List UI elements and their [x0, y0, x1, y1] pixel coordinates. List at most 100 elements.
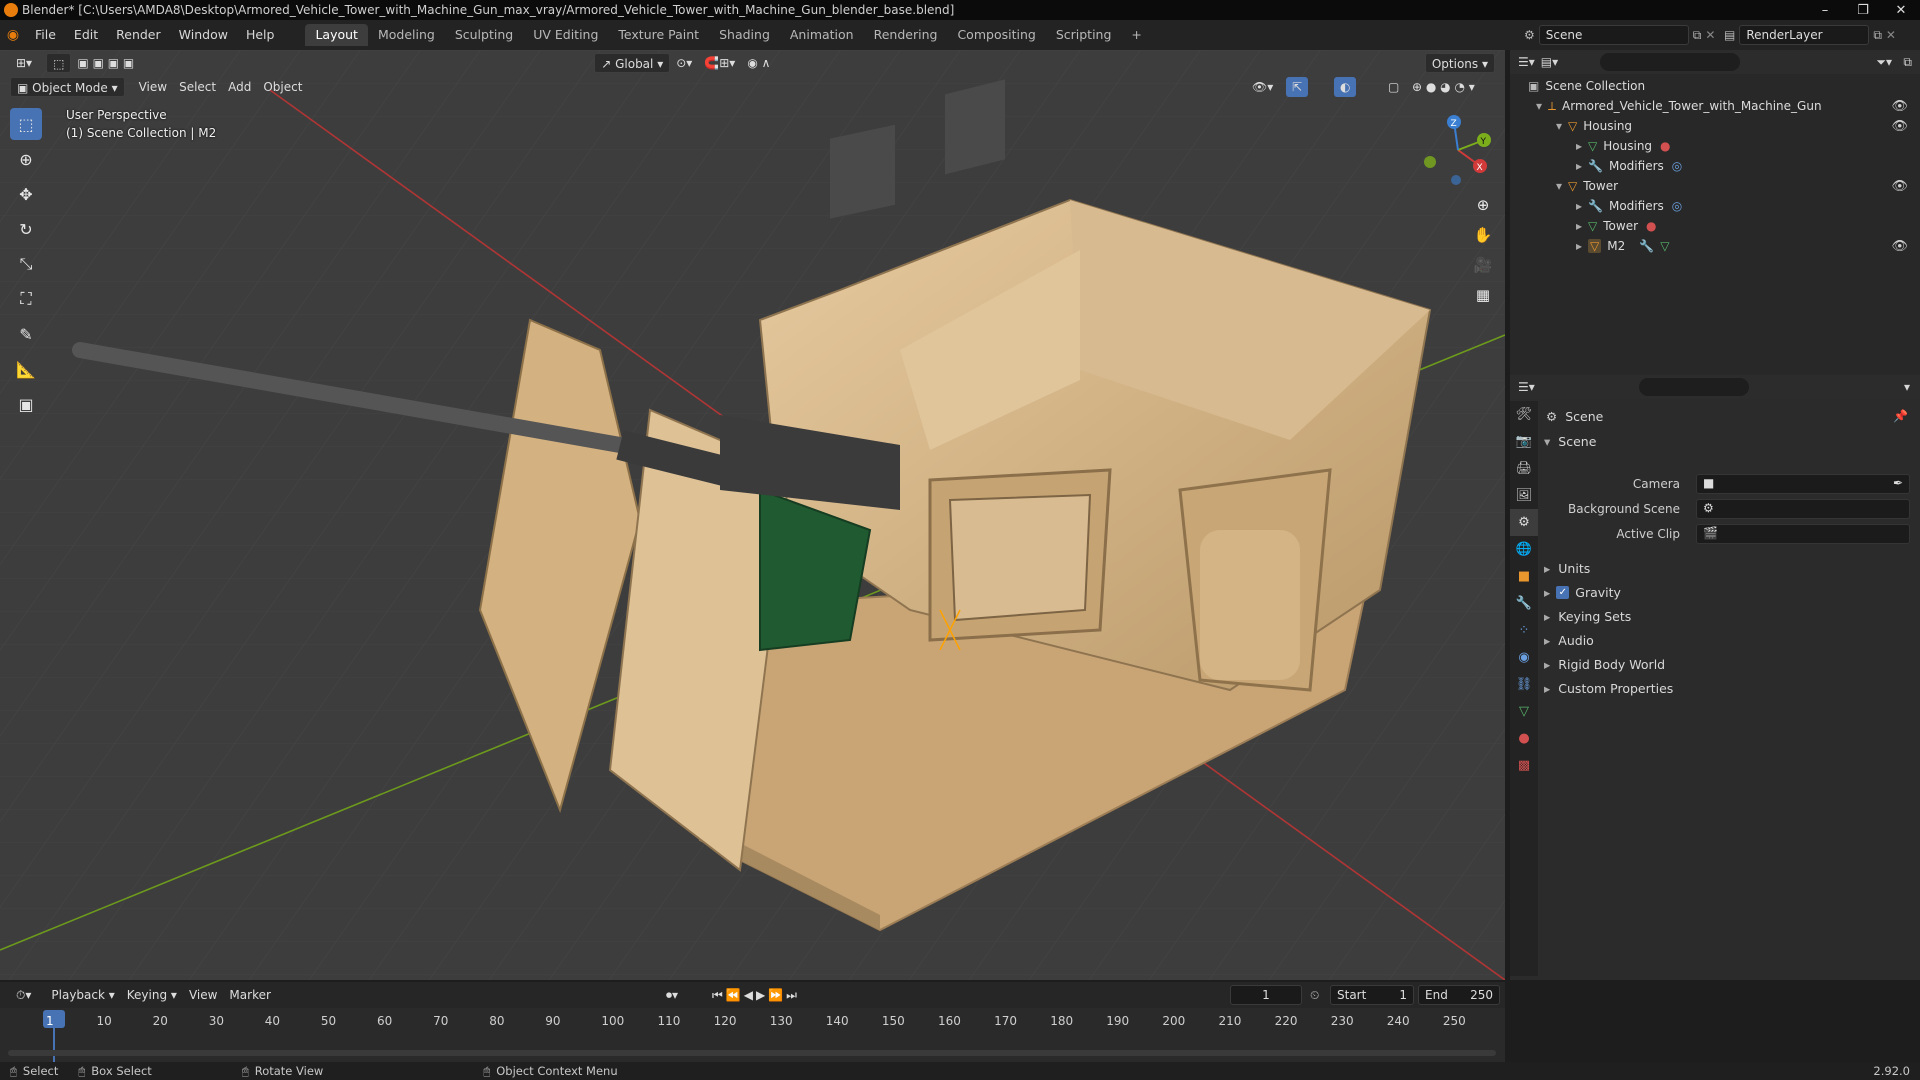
measure-tool-icon[interactable]: 📐: [10, 353, 42, 385]
audio-panel-header[interactable]: ▸ Audio: [1544, 629, 1594, 651]
visibility-eye-icon[interactable]: 👁: [1891, 179, 1908, 194]
end-frame-field[interactable]: End 250: [1418, 985, 1500, 1005]
collapse-arrow-icon[interactable]: ▸: [1576, 159, 1582, 173]
properties-options-icon[interactable]: ▾: [1904, 380, 1910, 394]
add-workspace-button[interactable]: +: [1121, 24, 1151, 46]
outliner-item-housing[interactable]: ▾ ▽ Housing 👁: [1510, 116, 1920, 136]
viewport-menu-add[interactable]: Add: [222, 77, 257, 97]
shading-modes-icon[interactable]: ⊕ ● ◕ ◔ ▾: [1406, 77, 1481, 97]
collapse-arrow-icon[interactable]: ▸: [1576, 139, 1582, 153]
expand-arrow-icon[interactable]: ▾: [1544, 434, 1550, 449]
expand-arrow-icon[interactable]: ▾: [1556, 119, 1562, 133]
rotate-tool-icon[interactable]: ↻: [10, 213, 42, 245]
outliner-item-housing-mesh[interactable]: ▸ ▽ Housing ●: [1510, 136, 1920, 156]
collapse-arrow-icon[interactable]: ▸: [1544, 561, 1550, 576]
visibility-eye-icon[interactable]: 👁: [1891, 239, 1908, 254]
scene-selector[interactable]: Scene: [1538, 25, 1689, 45]
data-tab-icon[interactable]: ▽: [1510, 698, 1538, 725]
scale-tool-icon[interactable]: ⤡: [10, 248, 42, 280]
annotate-tool-icon[interactable]: ✎: [10, 318, 42, 350]
tab-shading[interactable]: Shading: [709, 24, 780, 46]
outliner-scene-collection[interactable]: ▣ Scene Collection: [1510, 76, 1920, 96]
tab-animation[interactable]: Animation: [780, 24, 864, 46]
menu-file[interactable]: File: [26, 24, 65, 46]
tab-modeling[interactable]: Modeling: [368, 24, 445, 46]
render-layer-selector[interactable]: RenderLayer: [1739, 25, 1870, 45]
tab-rendering[interactable]: Rendering: [864, 24, 948, 46]
editor-type-icon[interactable]: ⊞▾: [10, 53, 38, 73]
gizmo-toggle-icon[interactable]: ⇱: [1286, 77, 1309, 97]
gravity-checkbox[interactable]: ✓: [1556, 585, 1570, 599]
start-frame-field[interactable]: Start 1: [1330, 985, 1414, 1005]
collapse-arrow-icon[interactable]: ▸: [1576, 219, 1582, 233]
particles-tab-icon[interactable]: ⁘: [1510, 617, 1538, 644]
proportional-edit-icon[interactable]: ◉ ∧: [741, 53, 776, 73]
pan-hand-icon[interactable]: ✋: [1470, 222, 1496, 248]
filter-icon[interactable]: ⏷▾: [1876, 55, 1892, 70]
expand-arrow-icon[interactable]: ▾: [1556, 179, 1562, 193]
properties-search-input[interactable]: [1638, 378, 1749, 396]
background-scene-field[interactable]: ⚙: [1696, 499, 1910, 519]
new-collection-icon[interactable]: ⧉: [1903, 55, 1912, 70]
overlay-toggle-icon[interactable]: ◐: [1334, 77, 1357, 97]
modifier-tab-icon[interactable]: 🔧: [1510, 590, 1538, 617]
eyedropper-icon[interactable]: ✒: [1893, 476, 1903, 490]
collapse-arrow-icon[interactable]: ▸: [1544, 585, 1550, 600]
timeline-editor-icon[interactable]: ⏱▾: [10, 985, 37, 1005]
outliner-item-tower-mesh[interactable]: ▸ ▽ Tower ●: [1510, 216, 1920, 236]
outliner-item-tower-modifiers[interactable]: ▸ 🔧 Modifiers ◎: [1510, 196, 1920, 216]
camera-view-icon[interactable]: 🎥: [1470, 252, 1496, 278]
collapse-arrow-icon[interactable]: ▸: [1544, 609, 1550, 624]
menu-help[interactable]: Help: [237, 24, 284, 46]
menu-window[interactable]: Window: [170, 24, 237, 46]
selection-mode-icons[interactable]: ▣ ▣ ▣ ▣: [71, 53, 140, 73]
visibility-icon[interactable]: 👁▾: [1246, 77, 1279, 97]
xray-icon[interactable]: ▢: [1382, 77, 1405, 97]
new-view-layer-icon[interactable]: ⧉: [1873, 28, 1882, 43]
snap-icon[interactable]: 🧲⊞▾: [698, 53, 741, 73]
tab-texture-paint[interactable]: Texture Paint: [608, 24, 709, 46]
camera-field[interactable]: ■ ✒: [1696, 474, 1910, 494]
transform-tool-icon[interactable]: ⛶: [10, 283, 42, 315]
preview-range-icon[interactable]: ⏲: [1310, 988, 1319, 1003]
outliner-item-m2[interactable]: ▸ ▽ M2 🔧 ▽ 👁: [1510, 236, 1920, 256]
collapse-arrow-icon[interactable]: ▸: [1544, 657, 1550, 672]
playback-controls[interactable]: ⏮⏪◀▶⏩⏭: [706, 985, 806, 1005]
record-icon[interactable]: ⏺▾: [660, 985, 684, 1005]
rigid-body-world-panel-header[interactable]: ▸ Rigid Body World: [1544, 653, 1665, 675]
close-button[interactable]: ✕: [1882, 0, 1920, 20]
zoom-icon[interactable]: ⊕: [1470, 192, 1496, 218]
texture-tab-icon[interactable]: ▩: [1510, 752, 1538, 779]
visibility-eye-icon[interactable]: 👁: [1891, 119, 1908, 134]
tab-scripting[interactable]: Scripting: [1046, 24, 1122, 46]
outliner-item-armored-vehicle[interactable]: ▾ ⟂ Armored_Vehicle_Tower_with_Machine_G…: [1510, 96, 1920, 116]
object-tab-icon[interactable]: ■: [1510, 563, 1538, 590]
options-dropdown[interactable]: Options ▾: [1424, 53, 1495, 73]
current-frame-field[interactable]: 1: [1230, 985, 1302, 1005]
physics-tab-icon[interactable]: ◉: [1510, 644, 1538, 671]
object-mode-dropdown[interactable]: ▣ Object Mode ▾: [10, 77, 125, 97]
constraints-tab-icon[interactable]: ⛓: [1510, 671, 1538, 698]
viewport-menu-select[interactable]: Select: [173, 77, 222, 97]
material-tab-icon[interactable]: ●: [1510, 725, 1538, 752]
visibility-eye-icon[interactable]: 👁: [1891, 99, 1908, 114]
timeline-menu-marker[interactable]: Marker: [223, 985, 276, 1005]
viewport-menu-object[interactable]: Object: [257, 77, 308, 97]
properties-editor-icon[interactable]: ☰▾: [1518, 380, 1535, 394]
timeline-menu-view[interactable]: View: [183, 985, 223, 1005]
scene-panel-header[interactable]: ▾ Scene: [1544, 430, 1596, 452]
navigation-gizmo[interactable]: X Y Z: [1418, 110, 1498, 190]
timeline-scrollbar[interactable]: [8, 1050, 1496, 1056]
timeline-menu-playback[interactable]: Playback ▾: [45, 985, 120, 1005]
outliner-item-housing-modifiers[interactable]: ▸ 🔧 Modifiers ◎: [1510, 156, 1920, 176]
move-tool-icon[interactable]: ✥: [10, 178, 42, 210]
menu-render[interactable]: Render: [107, 24, 170, 46]
tab-compositing[interactable]: Compositing: [947, 24, 1045, 46]
units-panel-header[interactable]: ▸ Units: [1544, 557, 1590, 579]
menu-edit[interactable]: Edit: [65, 24, 107, 46]
add-cube-tool-icon[interactable]: ▣: [10, 388, 42, 420]
collapse-arrow-icon[interactable]: ▸: [1576, 199, 1582, 213]
display-mode-icon[interactable]: ▤▾: [1541, 55, 1558, 69]
outliner-search-input[interactable]: [1600, 53, 1741, 71]
minimize-button[interactable]: –: [1806, 0, 1844, 20]
